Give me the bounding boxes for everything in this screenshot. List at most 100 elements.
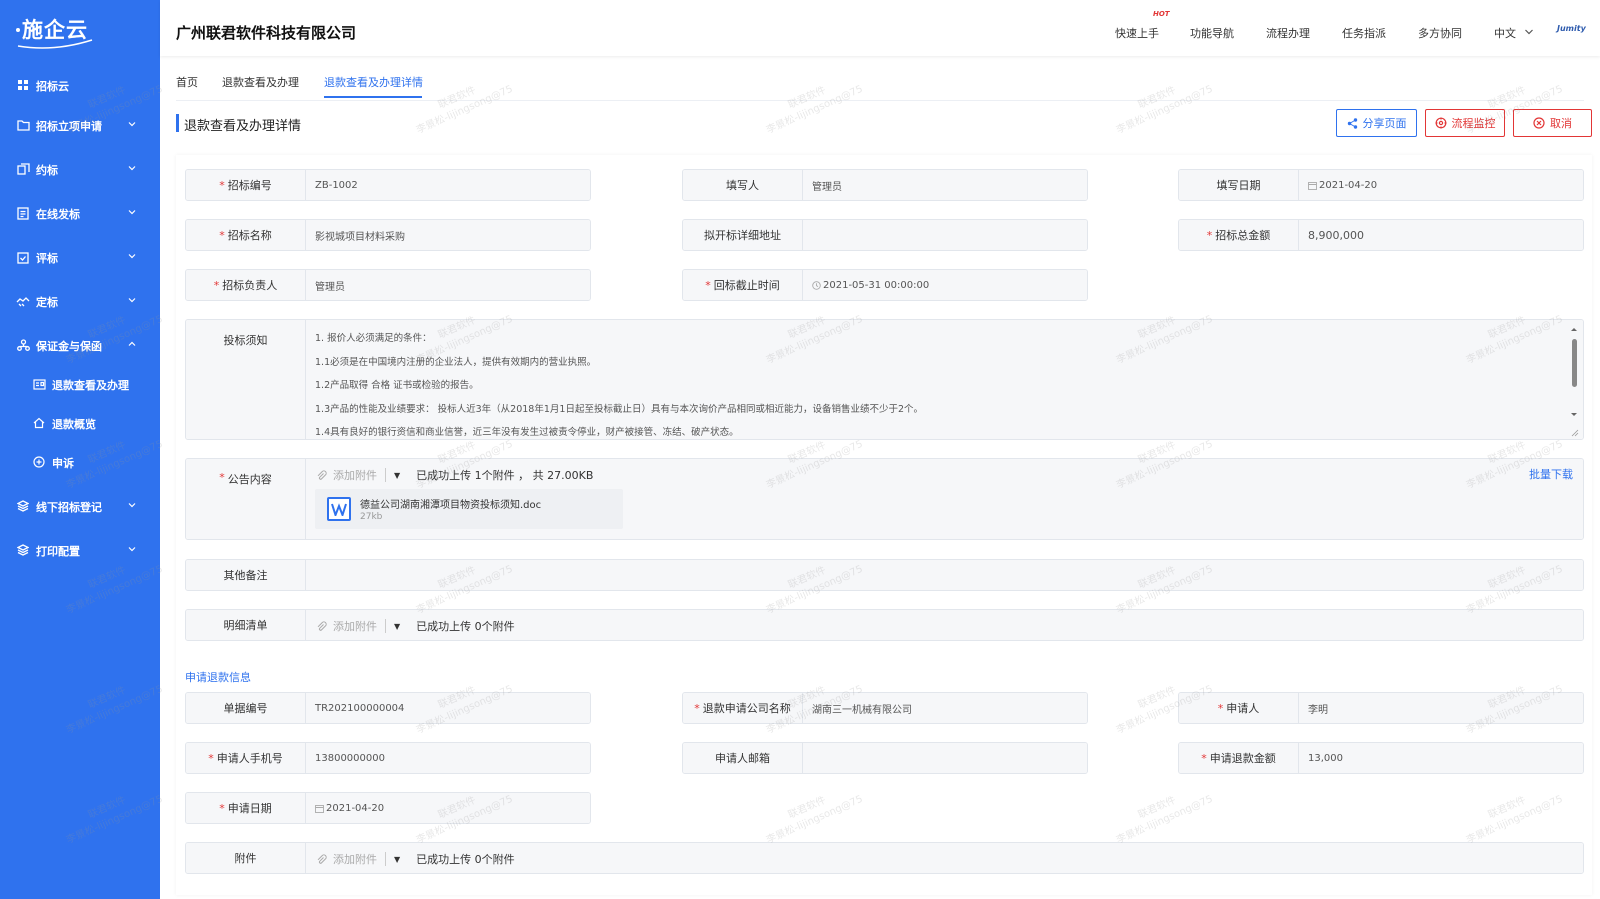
bid-name-value[interactable]: 影视城项目材料采购 [306, 220, 590, 250]
sidebar-item-label: 打印配置 [36, 545, 80, 558]
sidebar-item-evaluate[interactable]: 评标 [0, 246, 160, 268]
batch-download-link[interactable]: 批量下载 [1529, 466, 1573, 482]
nav-process[interactable]: 流程办理 [1266, 25, 1310, 41]
process-monitor-label: 流程监控 [1451, 117, 1496, 130]
chevron-down-icon [128, 210, 136, 215]
upload-status: 已成功上传 0个附件 [416, 620, 515, 633]
field-fill-date: 填写日期 2021-04-20 [1178, 169, 1584, 201]
sidebar-item-refund-overview[interactable]: 退款概览 [0, 412, 160, 434]
sidebar-item-refund-handle[interactable]: 退款查看及办理 [0, 373, 160, 395]
sidebar-item-award[interactable]: 定标 [0, 290, 160, 312]
field-label: 回标截止时间 [713, 279, 780, 292]
tab-home[interactable]: 首页 [176, 74, 198, 90]
field-label: 申请日期 [227, 802, 272, 815]
caret-down-icon[interactable]: ▼ [394, 622, 400, 631]
field-label: 拟开标详细地址 [704, 229, 781, 242]
sidebar-item-label: 申诉 [52, 457, 74, 470]
layers-icon [16, 543, 30, 557]
field-label: 申请退款金额 [1209, 752, 1276, 765]
apply-date-input[interactable]: 2021-04-20 [306, 793, 590, 823]
chevron-down-icon [128, 298, 136, 303]
sidebar-item-offline-register[interactable]: 线下招标登记 [0, 495, 160, 517]
open-address-value[interactable] [803, 220, 1087, 250]
field-bid-no: * 招标编号 ZB-1002 [185, 169, 591, 201]
filler-value[interactable]: 管理员 [803, 170, 1087, 200]
tab-refund-detail[interactable]: 退款查看及办理详情 [324, 74, 423, 90]
field-announcement: * 公告内容 添加附件 ▼ 已成功上传 1个附件 ， 共 27.00KB 批量下载… [185, 458, 1584, 540]
field-refund-amount: * 申请退款金额 13,000 [1178, 742, 1584, 774]
caret-down-icon[interactable]: ▼ [394, 471, 400, 480]
deadline-input[interactable]: 2021-05-31 00:00:00 [803, 270, 1087, 300]
field-label: 申请人手机号 [216, 752, 283, 765]
user-logo[interactable]: Jumity [1557, 24, 1586, 33]
apply-date-value: 2021-04-20 [326, 802, 385, 814]
add-attachment-button[interactable]: 添加附件 [316, 618, 377, 634]
field-bid-manager: * 招标负责人 管理员 [185, 269, 591, 301]
refund-company-value[interactable]: 湖南三一机械有限公司 [803, 693, 1087, 723]
nav-feature-guide[interactable]: 功能导航 [1190, 25, 1234, 41]
chevron-down-icon[interactable] [1524, 28, 1534, 36]
field-filler: 填写人 管理员 [682, 169, 1088, 201]
add-attachment-button[interactable]: 添加附件 [316, 467, 377, 483]
id-card-icon [32, 377, 46, 391]
field-label: 招标总金额 [1215, 229, 1271, 242]
tab-refund-handle[interactable]: 退款查看及办理 [222, 74, 299, 90]
attachment-file-card[interactable]: 德益公司湖南湘潭项目物资投标须知.doc 27kb [315, 489, 623, 529]
language-select[interactable]: 中文 [1494, 25, 1516, 41]
sidebar-item-invite-bid[interactable]: 约标 [0, 158, 160, 180]
scrollbar[interactable] [1568, 320, 1580, 439]
field-label: 退款申请公司名称 [702, 702, 791, 715]
calendar-icon [315, 804, 324, 813]
field-label: 其他备注 [223, 569, 268, 582]
field-detail-list: 明细清单 添加附件 ▼ 已成功上传 0个附件 [185, 609, 1584, 641]
applicant-value[interactable]: 李明 [1299, 693, 1583, 723]
share-page-button[interactable]: 分享页面 [1336, 109, 1417, 137]
sidebar-item-label: 保证金与保函 [36, 340, 102, 353]
sidebar-item-bidding-cloud[interactable]: 招标云 [0, 74, 160, 96]
remarks-value[interactable] [306, 560, 1583, 590]
bid-no-value[interactable]: ZB-1002 [306, 170, 590, 200]
sidebar-item-print-config[interactable]: 打印配置 [0, 539, 160, 561]
sidebar-item-label: 招标云 [36, 80, 69, 93]
field-refund-company: * 退款申请公司名称 湖南三一机械有限公司 [682, 692, 1088, 724]
sidebar-item-appeal[interactable]: 申诉 [0, 451, 160, 473]
total-amount-value[interactable]: 8,900,000 [1299, 220, 1583, 250]
sidebar-item-deposit-guarantee[interactable]: 保证金与保函 [0, 334, 160, 356]
nav-task-assign[interactable]: 任务指派 [1342, 25, 1386, 41]
field-label: 招标编号 [227, 179, 272, 192]
email-value[interactable] [803, 743, 1087, 773]
field-open-address: 拟开标详细地址 [682, 219, 1088, 251]
deadline-value: 2021-05-31 00:00:00 [823, 279, 930, 291]
bid-manager-value[interactable]: 管理员 [306, 270, 590, 300]
sidebar-item-project-apply[interactable]: 招标立项申请 [0, 114, 160, 136]
field-label: 单据编号 [223, 702, 268, 715]
fill-date-input[interactable]: 2021-04-20 [1299, 170, 1583, 200]
phone-value[interactable]: 13800000000 [306, 743, 590, 773]
notice-textarea[interactable]: 1. 报价人必须满足的条件： 1.1必须是在中国境内注册的企业法人，提供有效期内… [306, 320, 1583, 439]
add-attachment-button[interactable]: 添加附件 [316, 851, 377, 867]
refund-amount-value[interactable]: 13,000 [1299, 743, 1583, 773]
company-name: 广州联君软件科技有限公司 [176, 24, 357, 42]
app-logo[interactable]: 施企云 [14, 14, 104, 49]
field-label: 招标名称 [227, 229, 272, 242]
field-attachment: 附件 添加附件 ▼ 已成功上传 0个附件 [185, 842, 1584, 874]
doc-no-value[interactable]: TR202100000004 [306, 693, 590, 723]
caret-down-icon[interactable]: ▼ [394, 855, 400, 864]
notice-line: 1.2产品取得 合格 证书或检验的报告。 [315, 380, 479, 391]
paperclip-icon [316, 620, 327, 632]
nav-quick-start[interactable]: 快速上手 [1115, 25, 1159, 41]
sidebar: 施企云 招标云 招标立项申请 约标 在线发标 评标 定标 保证金与保函 退款查看… [0, 0, 160, 899]
handshake-icon [16, 294, 30, 308]
grid-icon [16, 78, 30, 92]
field-label: 附件 [234, 852, 257, 865]
title-accent-bar [176, 114, 179, 132]
sidebar-item-label: 退款查看及办理 [52, 379, 129, 392]
cancel-button[interactable]: 取消 [1513, 109, 1592, 137]
breadcrumb-tabs: 首页 退款查看及办理 退款查看及办理详情 [160, 56, 1600, 101]
sidebar-item-online-publish[interactable]: 在线发标 [0, 202, 160, 224]
nav-collaboration[interactable]: 多方协同 [1418, 25, 1462, 41]
process-monitor-button[interactable]: 流程监控 [1425, 109, 1505, 137]
sidebar-item-label: 评标 [36, 252, 58, 265]
sidebar-item-label: 退款概览 [52, 418, 96, 431]
paperclip-icon [316, 853, 327, 865]
